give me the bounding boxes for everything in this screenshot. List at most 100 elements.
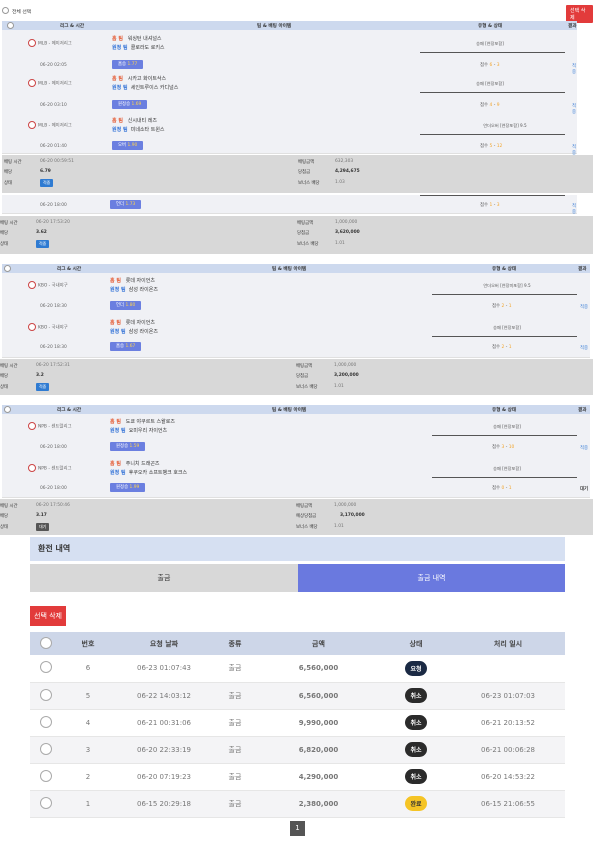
- table-row[interactable]: 5 06-22 14:03:12 출금 6,560,000 취소 06-23 01:07:…: [30, 682, 565, 710]
- table-row[interactable]: 3 06-20 22:33:19 출금 6,820,000 취소 06-21 00:06:…: [30, 736, 565, 764]
- header-result: 결과: [568, 24, 577, 29]
- match-time: 06-20 18:00: [40, 486, 67, 491]
- kind: 출금: [214, 763, 256, 791]
- bet-select-checkbox[interactable]: [4, 406, 11, 413]
- away-team: 원정 팀 세인트루이스 카디널스: [112, 85, 179, 91]
- bet-card-1: MLB - 메이저리그 홈 팀 워싱턴 내셔널스 원정 팀 콜로라도 로키스 승…: [2, 30, 577, 156]
- amount: 6,560,000: [256, 682, 381, 710]
- request-date: 06-22 14:03:12: [114, 682, 214, 710]
- request-date: 06-21 00:31:06: [114, 709, 214, 737]
- match-result: 대기: [580, 487, 589, 492]
- pick-button[interactable]: 원정승 1.69: [112, 100, 148, 109]
- bet-card-4: NPB - 센트럴리그 홈 팀 도쿄 야쿠르트 스왈로즈 원정 팀 요미우리 자…: [2, 414, 590, 498]
- row-select-radio[interactable]: [40, 796, 52, 809]
- bet-summary-1: 배팅 시간 06-20 00:59:51 배당 6.79 상태 적중 배팅금액 …: [2, 155, 593, 193]
- request-date: 06-20 07:19:23: [114, 763, 214, 791]
- kind: 출금: [214, 709, 256, 737]
- pick-button[interactable]: 언더 1.80: [110, 301, 142, 310]
- kind: 출금: [214, 736, 256, 764]
- amount: 9,990,000: [256, 709, 381, 737]
- status-badge: 취소: [405, 688, 427, 703]
- processed-time: 06-21 00:06:28: [451, 736, 565, 764]
- table-row[interactable]: 1 06-15 20:29:18 출금 2,380,000 완료 06-15 21:06:…: [30, 790, 565, 818]
- kind: 출금: [214, 682, 256, 710]
- match-result: 적중: [572, 104, 577, 115]
- bet-select-checkbox[interactable]: [4, 265, 11, 272]
- state-badge: 대기: [36, 523, 50, 531]
- bet-summary-4: 배팅 시간 06-20 17:50:46 배당 3.17 상태 대기 배팅금액 …: [0, 499, 593, 535]
- table-header: 번호 요청 날짜 종류 금액 상태 처리 일시: [30, 632, 565, 655]
- pick-button[interactable]: 오버 1.90: [112, 141, 144, 150]
- row-select-radio[interactable]: [40, 688, 52, 701]
- bet-select-checkbox[interactable]: [7, 22, 14, 29]
- bet-header: 리그 & 시간 팀 & 배팅 아이템 유형 & 상태 결과: [2, 405, 590, 414]
- row-select-radio[interactable]: [40, 661, 52, 674]
- status-badge: 완료: [405, 796, 427, 811]
- match-result: 적중: [572, 204, 577, 215]
- match-result: 적중: [572, 64, 577, 75]
- score: 점수 2 - 1: [492, 345, 512, 350]
- status-badge: 취소: [405, 715, 427, 730]
- baseball-icon: [28, 281, 36, 289]
- baseball-icon: [28, 323, 36, 331]
- processed-time: 06-20 14:53:22: [451, 763, 565, 791]
- amount: 4,290,000: [256, 763, 381, 791]
- page-button[interactable]: 1: [290, 821, 305, 836]
- bet-summary-3: 배팅 시간 06-20 17:52:31 배당 3.2 상태 적중 배팅금액 1…: [0, 359, 593, 395]
- bet-type: 승패 [연장포함]: [476, 41, 504, 46]
- tab-withdraw[interactable]: 출금: [30, 564, 298, 592]
- table-row[interactable]: 2 06-20 07:19:23 출금 4,290,000 취소 06-20 14:53:…: [30, 763, 565, 791]
- pick-button[interactable]: 홈승 1.67: [110, 342, 142, 351]
- select-all-radio[interactable]: [40, 636, 52, 649]
- match-time: 06-20 18:30: [40, 304, 67, 309]
- league-label: KBO - 국내야구: [28, 323, 68, 331]
- status-badge: 요청: [405, 660, 427, 676]
- select-all-checkbox[interactable]: [2, 7, 9, 14]
- row-select-radio[interactable]: [40, 715, 52, 728]
- tab-withdraw-history[interactable]: 출금 내역: [298, 564, 565, 592]
- history-tabs: 출금 출금 내역: [30, 564, 565, 592]
- amount: 6,820,000: [256, 736, 381, 764]
- bet-type: 언더오버 [연장미포함] 9.5: [483, 283, 531, 288]
- bet-card-3: KBO - 국내야구 홈 팀 롯데 자이언츠 원정 팀 삼성 라이온즈 언더오버…: [2, 273, 590, 358]
- pick-button[interactable]: 홈승 1.77: [112, 60, 144, 69]
- bet-type: 언더오버 [연장포함] 9.5: [483, 123, 527, 128]
- processed-time: [451, 655, 565, 683]
- bet-header: 리그 & 시간 팀 & 배팅 아이템 유형 & 상태 결과: [2, 264, 590, 273]
- row-number: 4: [62, 709, 114, 737]
- withdraw-history-table: 번호 요청 날짜 종류 금액 상태 처리 일시 6 06-23 01:07:43 출…: [30, 632, 565, 818]
- home-team: 홈 팀 주니치 드래곤즈: [110, 461, 160, 467]
- history-delete-button[interactable]: 선택 삭제: [30, 606, 66, 626]
- match-time: 06-20 03:10: [40, 103, 67, 108]
- baseball-icon: [28, 464, 36, 472]
- home-team: 홈 팀 시카고 화이트삭스: [112, 76, 167, 82]
- state-badge: 적중: [40, 179, 54, 187]
- row-number: 6: [62, 655, 114, 683]
- top-bar: 전체 선택 선택 삭제: [0, 0, 593, 23]
- bet-type: 승패 [연장포함]: [493, 325, 521, 330]
- row-select-radio[interactable]: [40, 769, 52, 782]
- row-select-radio[interactable]: [40, 742, 52, 755]
- league-label: MLB - 메이저리그: [28, 39, 72, 47]
- table-row[interactable]: 4 06-21 00:31:06 출금 9,990,000 취소 06-21 20:13:…: [30, 709, 565, 737]
- match-time: 06-20 18:00: [40, 445, 67, 450]
- pick-button[interactable]: 원정승 1.99: [110, 483, 146, 492]
- score: 점수 5 - 12: [480, 144, 503, 149]
- amount: 2,380,000: [256, 790, 381, 818]
- away-team: 원정 팀 후쿠오카 소프트뱅크 호크스: [110, 470, 188, 476]
- score: 점수 0 - 1: [492, 486, 512, 491]
- away-team: 원정 팀 콜로라도 로키스: [112, 45, 165, 51]
- bet-type: 승패 [연장포함]: [493, 466, 521, 471]
- request-date: 06-20 22:33:19: [114, 736, 214, 764]
- league-label: NPB - 센트럴리그: [28, 464, 72, 472]
- pick-button[interactable]: 원정승 1.59: [110, 442, 146, 451]
- home-team: 홈 팀 신시내티 레즈: [112, 118, 157, 124]
- table-row[interactable]: 6 06-23 01:07:43 출금 6,560,000 요청: [30, 655, 565, 683]
- processed-time: 06-23 01:07:03: [451, 682, 565, 710]
- home-team: 홈 팀 롯데 자이언츠: [110, 278, 155, 284]
- processed-time: 06-15 21:06:55: [451, 790, 565, 818]
- pick-button[interactable]: 언더 1.73: [110, 200, 142, 209]
- league-label: MLB - 메이저리그: [28, 79, 72, 87]
- match-result: 적중: [580, 446, 589, 451]
- baseball-icon: [28, 121, 36, 129]
